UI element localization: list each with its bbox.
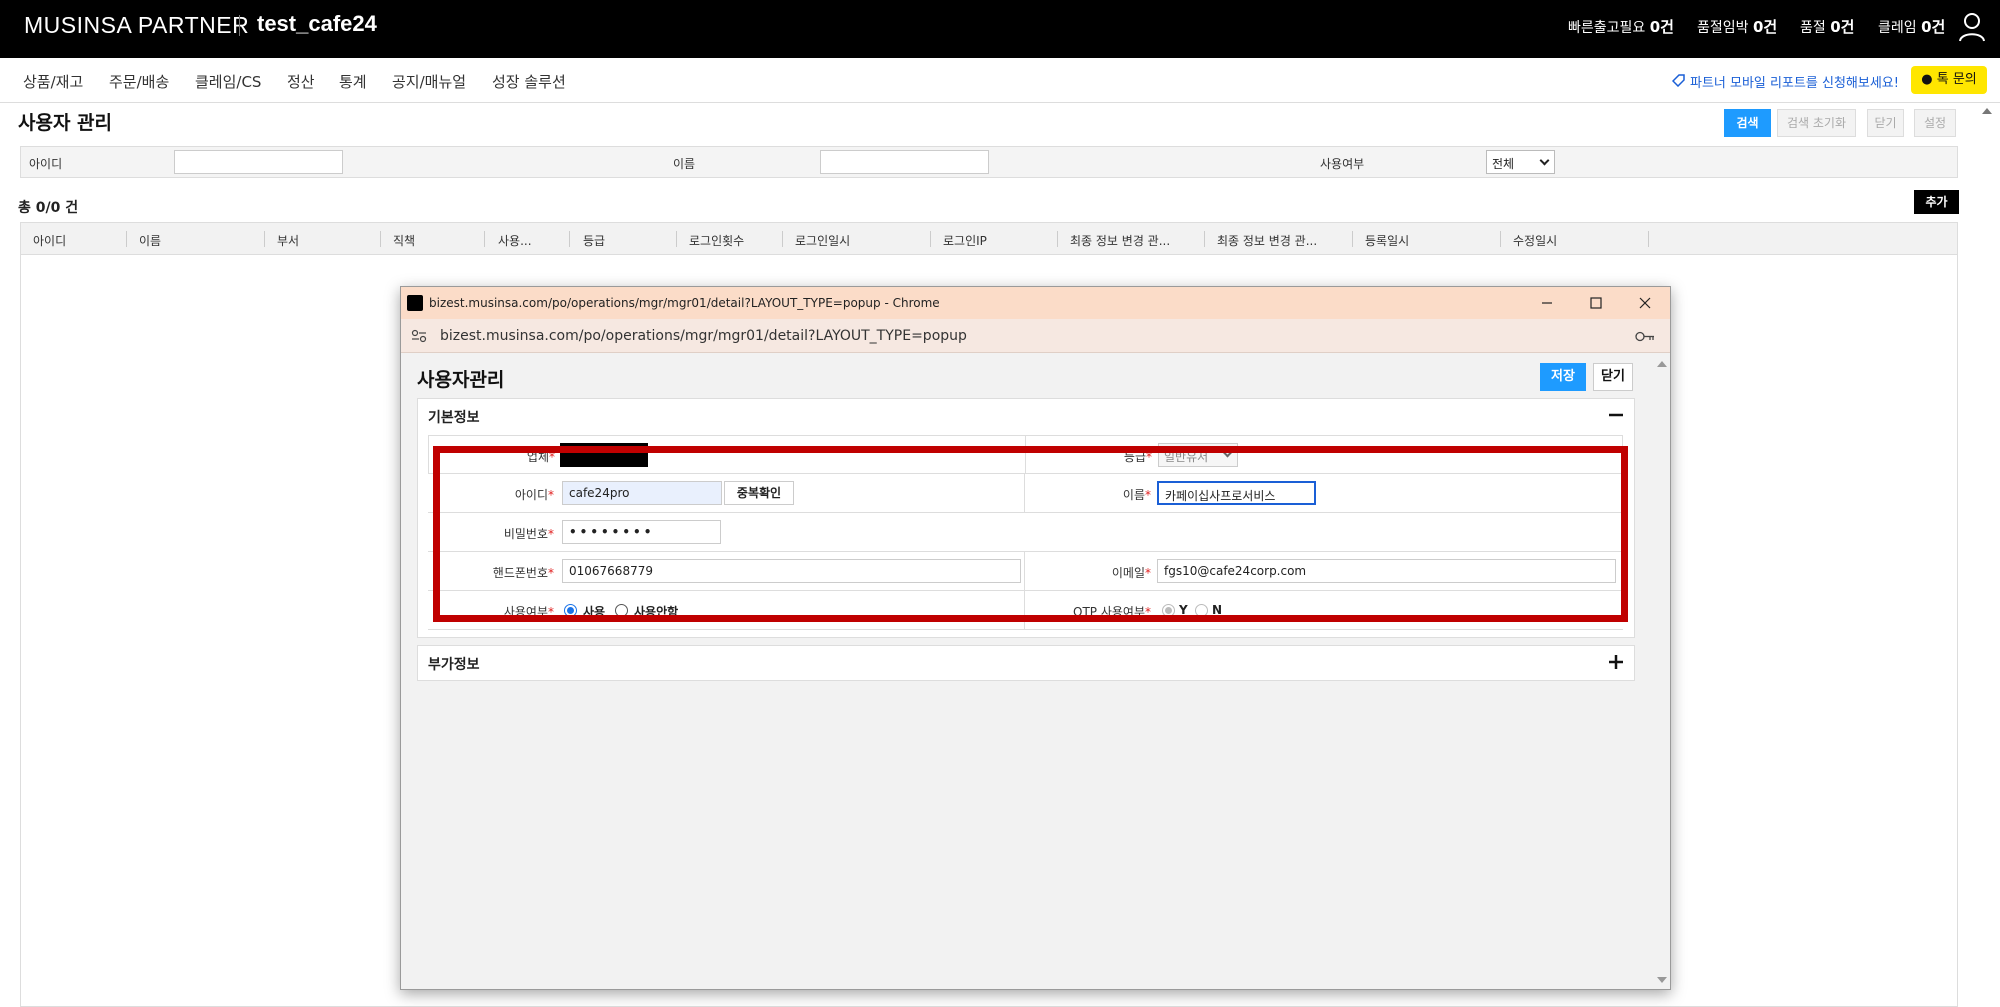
- column-header[interactable]: 등급: [583, 232, 605, 249]
- search-filter-row: 아이디 이름 사용여부 전체: [20, 146, 1958, 178]
- expand-plus-icon[interactable]: [1608, 654, 1624, 670]
- column-divider[interactable]: [1057, 231, 1058, 247]
- filter-id-input[interactable]: [174, 150, 343, 174]
- grid-header: 아이디 이름 부서 직책 사용... 등급 로그인횟수 로그인일시 로그인IP …: [21, 223, 1957, 255]
- column-header[interactable]: 사용...: [498, 232, 532, 249]
- nav-item-growth[interactable]: 성장 솔루션: [492, 71, 566, 92]
- column-header[interactable]: 이름: [139, 232, 161, 249]
- column-header[interactable]: 부서: [277, 232, 299, 249]
- scroll-up-arrow-icon[interactable]: [1982, 108, 1992, 114]
- status-sold-out[interactable]: 품절 0건: [1800, 16, 1854, 37]
- column-header[interactable]: 로그인횟수: [689, 232, 744, 249]
- column-header[interactable]: 로그인일시: [795, 232, 850, 249]
- status-label: 빠른출고필요: [1568, 20, 1646, 36]
- nav-item-settlement[interactable]: 정산: [287, 71, 315, 92]
- brand-logo[interactable]: MUSINSA PARTNER: [24, 12, 249, 39]
- mobile-report-link[interactable]: 파트너 모바일 리포트를 신청해보세요!: [1690, 72, 1899, 91]
- status-claim[interactable]: 클레임 0건: [1878, 16, 1945, 37]
- talk-inquiry-label: 톡 문의: [1936, 72, 1977, 87]
- column-divider[interactable]: [126, 231, 127, 247]
- column-divider[interactable]: [264, 231, 265, 247]
- extra-info-title: 부가정보: [428, 657, 480, 673]
- status-count: 0건: [1752, 18, 1778, 36]
- status-label: 클레임: [1878, 20, 1917, 36]
- user-detail-popup-window: bizest.musinsa.com/po/operations/mgr/mgr…: [400, 286, 1671, 990]
- column-divider[interactable]: [676, 231, 677, 247]
- close-window-icon[interactable]: [1625, 290, 1665, 316]
- status-label: 품절: [1800, 20, 1826, 36]
- total-count: 총 0/0 건: [18, 200, 79, 216]
- popup-url[interactable]: bizest.musinsa.com/po/operations/mgr/mgr…: [440, 328, 967, 344]
- site-settings-icon[interactable]: [411, 328, 427, 344]
- site-favicon-icon: [407, 295, 423, 311]
- column-header[interactable]: 직책: [393, 232, 415, 249]
- status-count: 0건: [1649, 18, 1674, 36]
- search-button[interactable]: 검색: [1724, 109, 1771, 137]
- column-header[interactable]: 아이디: [33, 232, 66, 249]
- chat-icon: ●: [1921, 72, 1933, 87]
- talk-inquiry-button[interactable]: ● 톡 문의: [1911, 66, 1987, 94]
- column-header[interactable]: 최종 정보 변경 관...: [1217, 232, 1317, 249]
- status-fast-shipping[interactable]: 빠른출고필요 0건: [1568, 16, 1674, 37]
- status-count: 0건: [1830, 18, 1855, 36]
- popup-content: 사용자관리 저장 닫기 기본정보 업체* 등급* 일반유저 아이디* cafe2…: [401, 353, 1653, 989]
- filter-use-select[interactable]: 전체: [1486, 150, 1555, 174]
- brand-divider: [239, 15, 240, 36]
- highlight-box: [433, 446, 1628, 622]
- column-divider[interactable]: [930, 231, 931, 247]
- reset-search-button[interactable]: 검색 초기화: [1777, 109, 1856, 137]
- store-name: test_cafe24: [257, 11, 377, 36]
- nav-item-products[interactable]: 상품/재고: [23, 71, 83, 92]
- column-divider[interactable]: [380, 231, 381, 247]
- top-header: MUSINSA PARTNER test_cafe24 빠른출고필요 0건 품절…: [0, 0, 2000, 58]
- column-header[interactable]: 최종 정보 변경 관...: [1070, 232, 1170, 249]
- column-divider[interactable]: [1500, 231, 1501, 247]
- column-divider[interactable]: [1648, 231, 1649, 247]
- popup-scrollbar[interactable]: [1653, 353, 1670, 989]
- scroll-down-arrow-icon[interactable]: [1657, 977, 1667, 983]
- maximize-icon[interactable]: [1576, 290, 1616, 316]
- page-title: 사용자 관리: [18, 112, 113, 134]
- filter-id-label: 아이디: [29, 157, 63, 171]
- column-divider[interactable]: [569, 231, 570, 247]
- minimize-icon[interactable]: [1527, 290, 1567, 316]
- column-divider[interactable]: [484, 231, 485, 247]
- scroll-up-arrow-icon[interactable]: [1657, 361, 1667, 367]
- column-divider[interactable]: [1352, 231, 1353, 247]
- extra-info-section[interactable]: 부가정보: [417, 645, 1635, 681]
- basic-info-title: 기본정보: [428, 410, 480, 426]
- column-divider[interactable]: [782, 231, 783, 247]
- status-low-stock[interactable]: 품절임박 0건: [1697, 16, 1777, 37]
- save-button[interactable]: 저장: [1540, 363, 1586, 391]
- nav-item-notices[interactable]: 공지/매뉴얼: [392, 71, 466, 92]
- key-icon[interactable]: [1635, 330, 1655, 343]
- main-nav: 상품/재고 주문/배송 클레임/CS 정산 통계 공지/매뉴얼 성장 솔루션 파…: [0, 58, 2000, 103]
- nav-item-orders[interactable]: 주문/배송: [109, 71, 169, 92]
- column-header[interactable]: 등록일시: [1365, 232, 1409, 249]
- status-count: 0건: [1921, 18, 1946, 36]
- settings-button[interactable]: 설정: [1914, 109, 1956, 137]
- filter-name-label: 이름: [673, 157, 696, 171]
- nav-item-claims[interactable]: 클레임/CS: [195, 71, 261, 92]
- column-header[interactable]: 로그인IP: [943, 232, 987, 249]
- column-header[interactable]: 수정일시: [1513, 232, 1557, 249]
- collapse-minus-icon[interactable]: [1608, 407, 1624, 423]
- close-button[interactable]: 닫기: [1867, 109, 1904, 137]
- add-user-button[interactable]: 추가: [1914, 190, 1959, 214]
- popup-address-bar[interactable]: bizest.musinsa.com/po/operations/mgr/mgr…: [401, 319, 1670, 353]
- popup-heading: 사용자관리: [417, 369, 505, 391]
- filter-name-input[interactable]: [820, 150, 989, 174]
- chevron-down-icon: [1539, 155, 1550, 166]
- page-scrollbar[interactable]: [1980, 104, 1994, 1004]
- status-label: 품절임박: [1697, 20, 1749, 36]
- user-icon[interactable]: [1958, 12, 1986, 42]
- tag-icon: [1672, 74, 1685, 87]
- filter-use-label: 사용여부: [1320, 157, 1365, 171]
- nav-item-statistics[interactable]: 통계: [339, 71, 367, 92]
- popup-titlebar[interactable]: bizest.musinsa.com/po/operations/mgr/mgr…: [401, 287, 1670, 319]
- popup-close-button[interactable]: 닫기: [1593, 363, 1633, 391]
- popup-window-title: bizest.musinsa.com/po/operations/mgr/mgr…: [429, 296, 940, 310]
- filter-use-value: 전체: [1492, 157, 1515, 171]
- column-divider[interactable]: [1204, 231, 1205, 247]
